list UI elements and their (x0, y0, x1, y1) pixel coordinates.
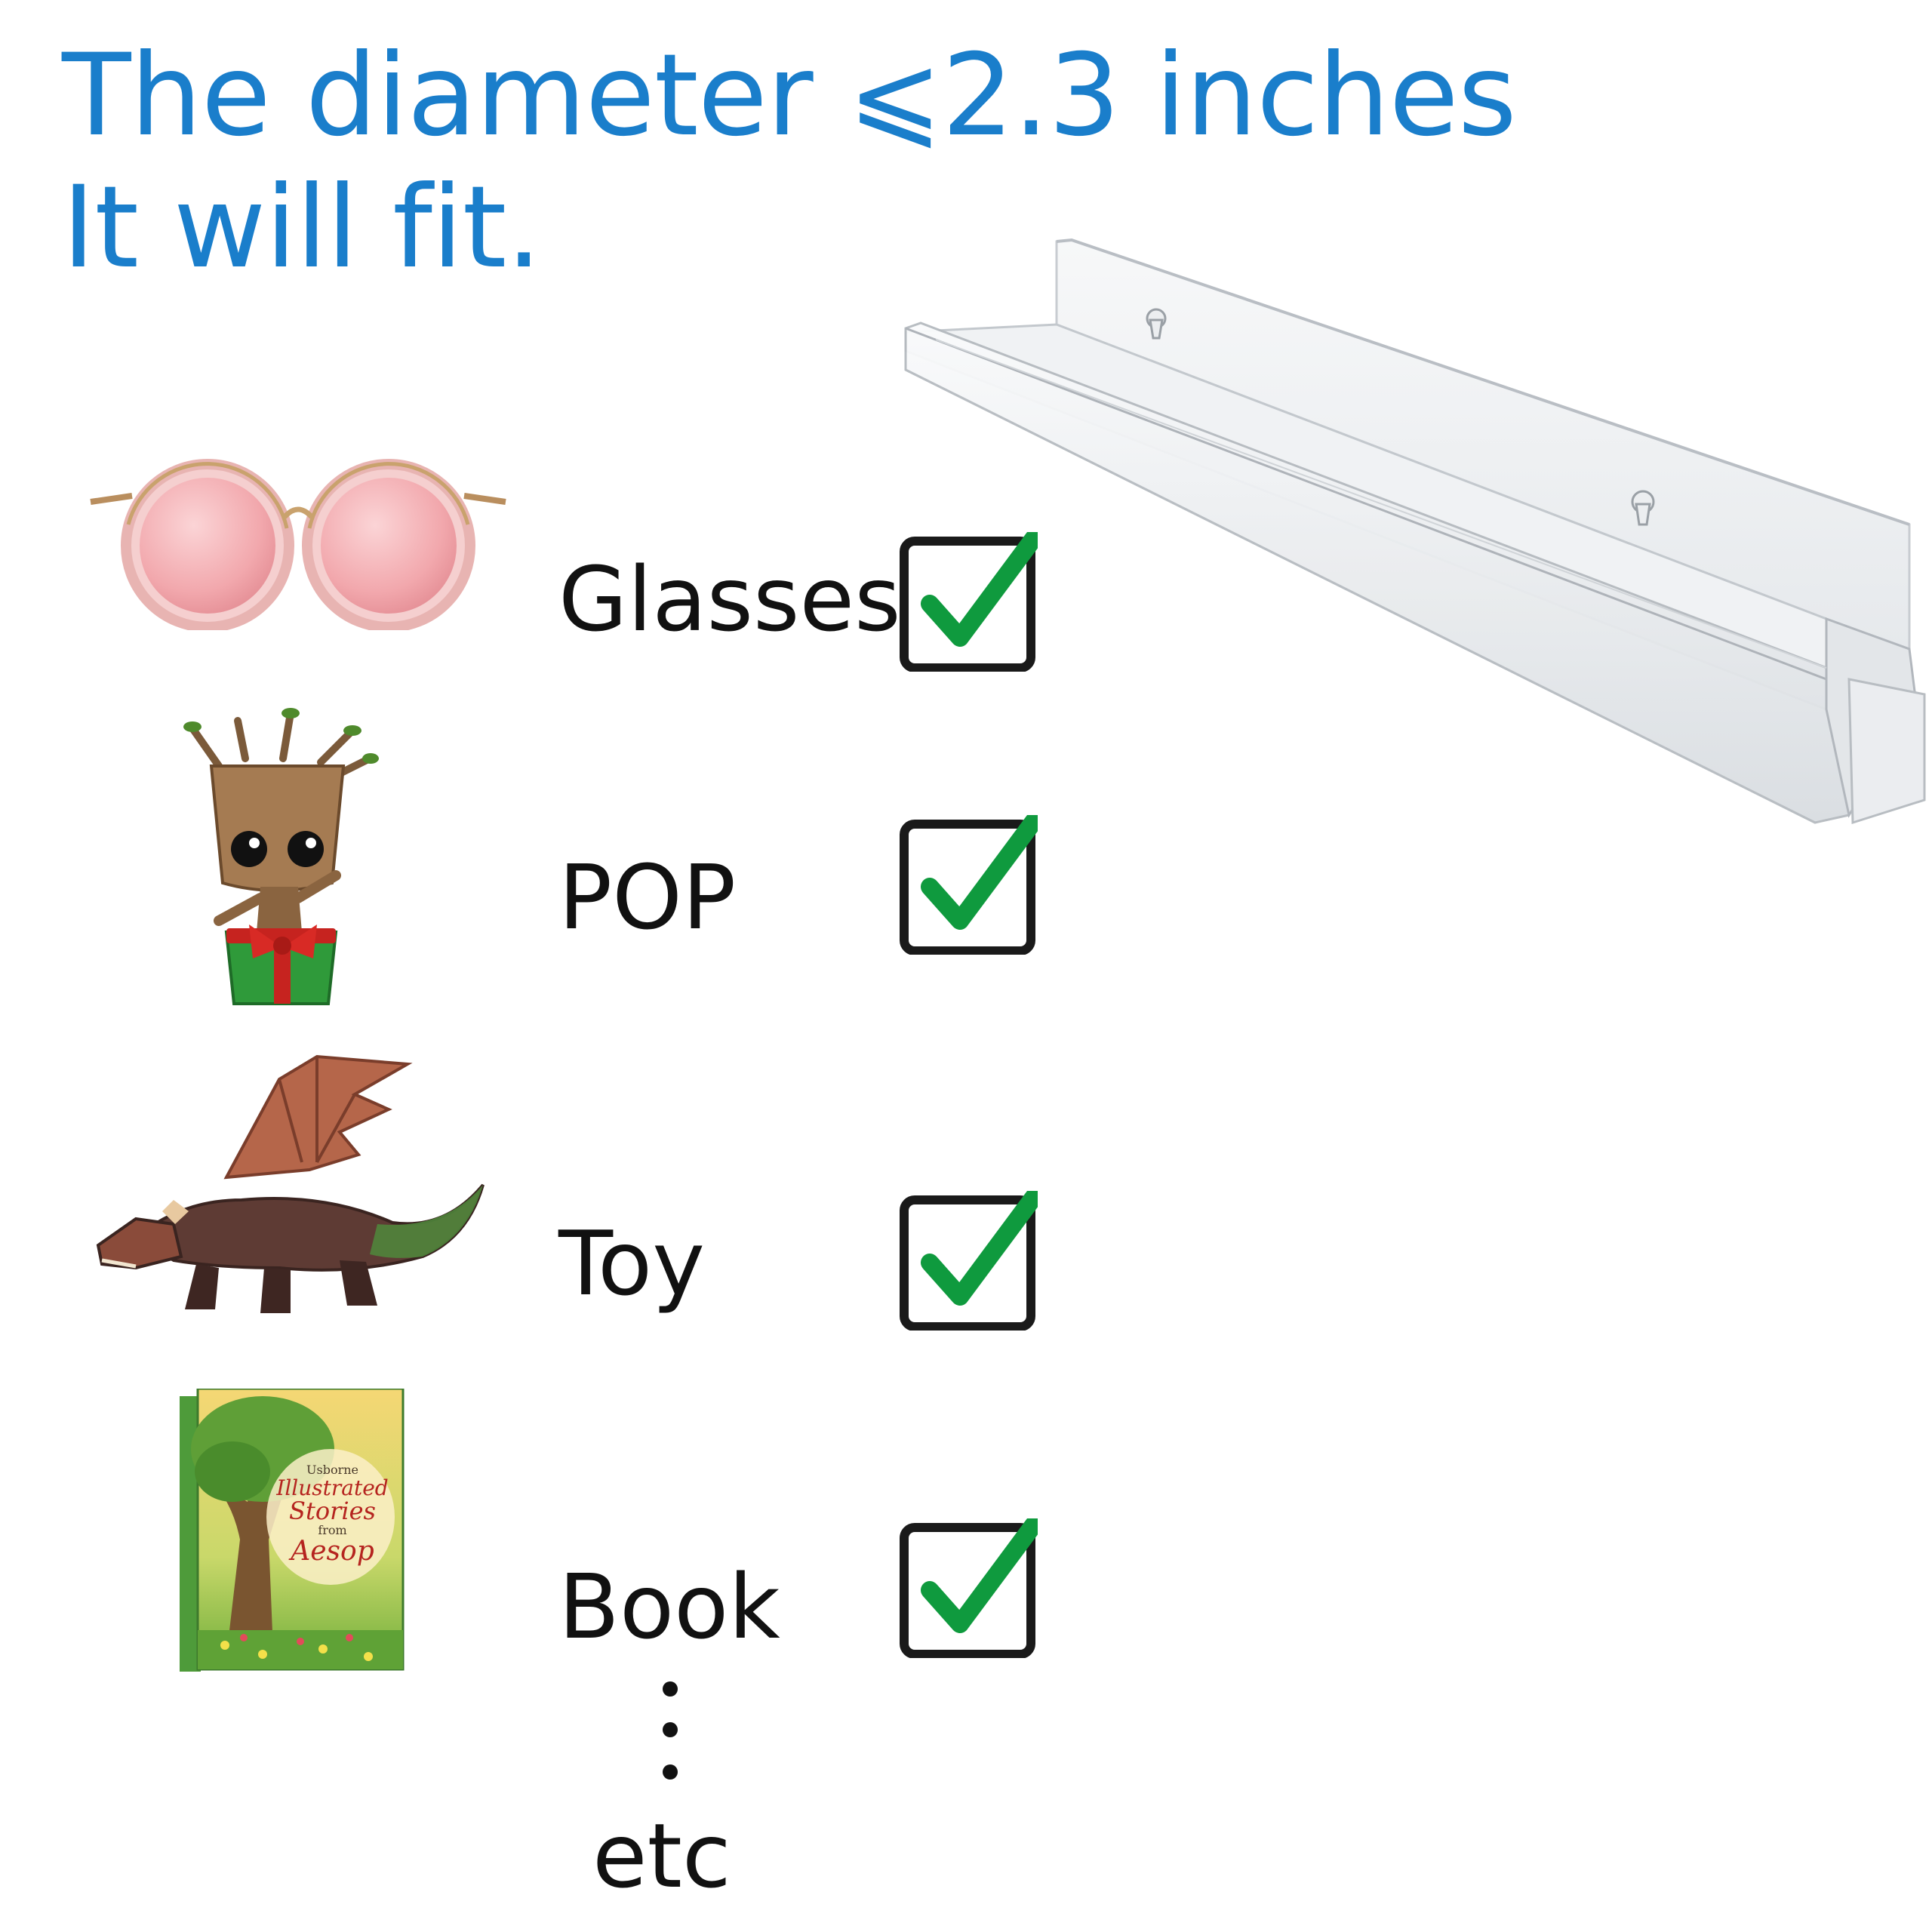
acrylic-shelf-image (904, 238, 1926, 825)
item-label-glasses: Glasses (558, 547, 901, 651)
checkbox-checked-icon (900, 1191, 1038, 1331)
checkbox-checked-icon (900, 1518, 1038, 1658)
item-label-toy: Toy (558, 1211, 706, 1315)
item-label-pop: POP (558, 845, 737, 949)
checkbox-checked-icon (900, 532, 1038, 672)
ellipsis-dot-3 (663, 1764, 678, 1780)
sunglasses-icon (90, 459, 506, 630)
headline-line-1: The diameter ⩽2.3 inches (62, 30, 1517, 162)
dragon-toy-icon (96, 1054, 485, 1313)
checkbox-checked-icon (900, 815, 1038, 955)
pop-figure-icon (183, 708, 379, 1005)
item-label-book: Book (558, 1555, 780, 1659)
ellipsis-dot-1 (663, 1681, 678, 1697)
etc-label: etc (592, 1804, 731, 1908)
ellipsis-dot-2 (663, 1722, 678, 1737)
book-title: Usborne Illustrated Stories from Aesop (276, 1463, 389, 1567)
book-icon: Usborne Illustrated Stories from Aesop (180, 1389, 406, 1675)
headline-line-2: It will fit. (62, 162, 542, 294)
